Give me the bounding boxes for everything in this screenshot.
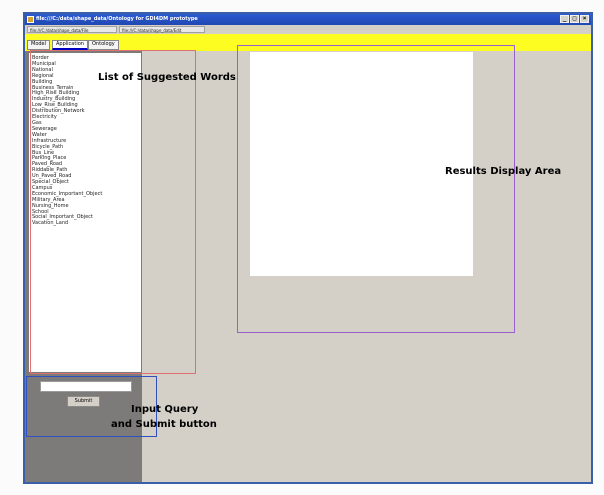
annotation-input-query-line2: and Submit button: [111, 419, 217, 430]
tab-application[interactable]: Application: [52, 40, 88, 50]
annotation-suggested-words: List of Suggested Words: [98, 72, 236, 83]
window-title: file:///C:/data/shape_data/Ontology for …: [36, 16, 198, 22]
address-tab-edit[interactable]: file:///C:/data/shape_data/Edit: [119, 26, 205, 33]
results-highlight-box: [237, 45, 515, 333]
address-bar: file:///C:/data/shape_data/File file:///…: [25, 25, 591, 34]
annotation-input-query-line1: Input Query: [131, 404, 199, 415]
app-icon: [27, 16, 34, 23]
close-button[interactable]: ×: [580, 15, 589, 23]
annotation-results-area: Results Display Area: [445, 166, 562, 177]
title-bar: file:///C:/data/shape_data/Ontology for …: [25, 14, 591, 25]
window-controls: _ □ ×: [560, 15, 589, 23]
minimize-button[interactable]: _: [560, 15, 569, 23]
tab-model[interactable]: Model: [27, 40, 51, 50]
address-tab-file[interactable]: file:///C:/data/shape_data/File: [27, 26, 117, 33]
maximize-button[interactable]: □: [570, 15, 579, 23]
suggested-words-highlight-box: [30, 50, 196, 374]
tab-ontology[interactable]: Ontology: [88, 40, 119, 50]
